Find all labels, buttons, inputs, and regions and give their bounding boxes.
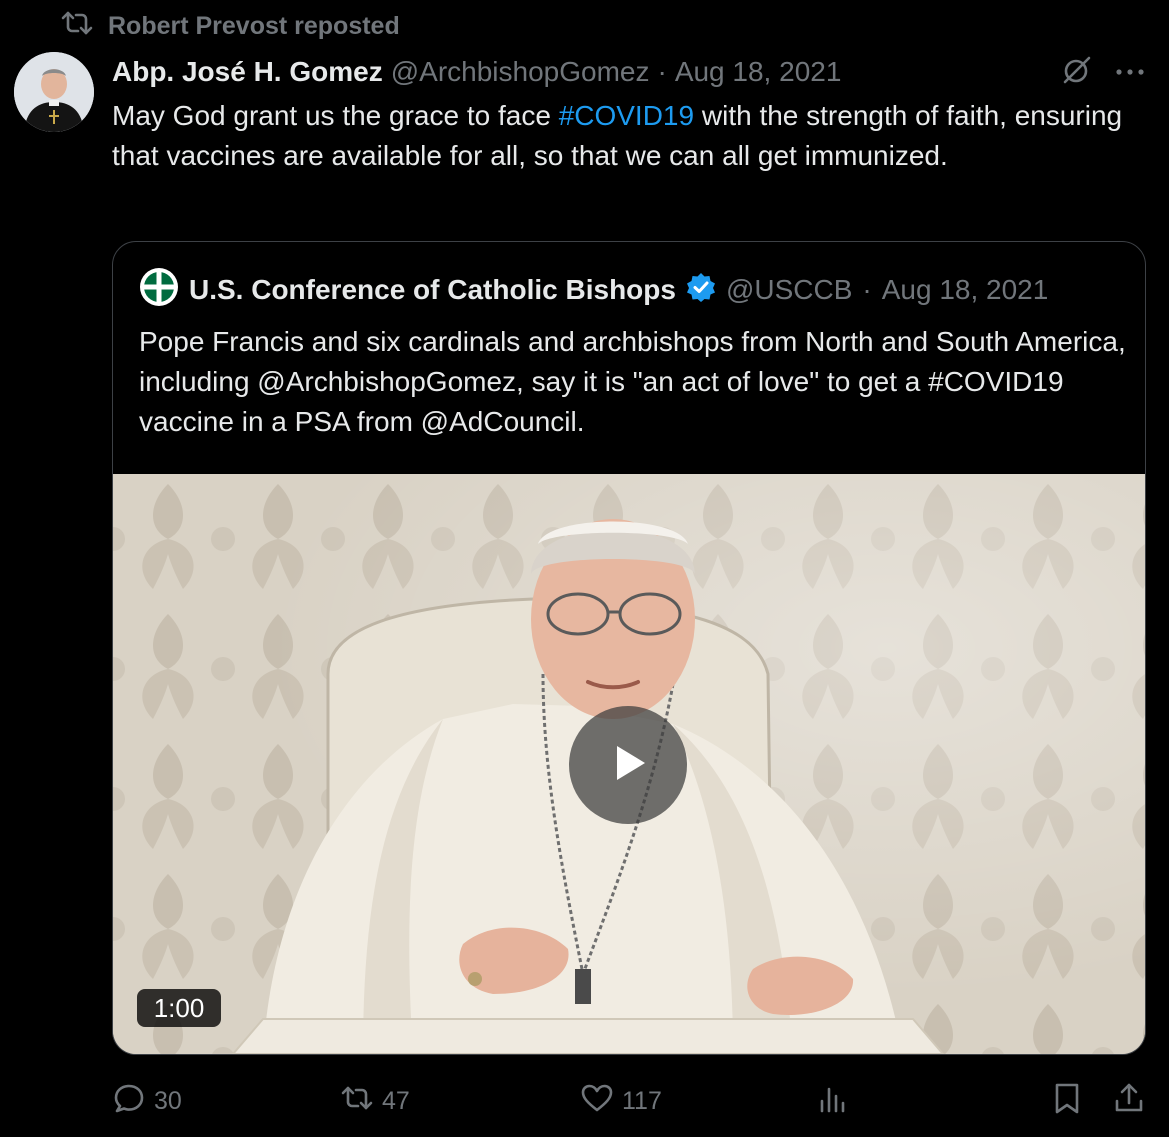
video-duration: 1:00	[137, 989, 221, 1027]
repost-label: Robert Prevost reposted	[108, 11, 400, 40]
like-icon	[580, 1081, 614, 1122]
bookmark-button[interactable]	[1050, 1078, 1084, 1124]
reply-icon	[112, 1081, 146, 1122]
more-icon[interactable]	[1115, 64, 1145, 82]
tweet-header: Abp. José H. Gomez @ArchbishopGomez · Au…	[112, 52, 841, 92]
quoted-date[interactable]: Aug 18, 2021	[882, 274, 1049, 306]
tweet-date[interactable]: Aug 18, 2021	[675, 56, 842, 88]
reply-count: 30	[154, 1086, 182, 1115]
quoted-handle[interactable]: @USCCB	[726, 274, 852, 306]
action-bar: 30 47 117	[0, 1078, 1169, 1124]
tweet-text: May God grant us the grace to face #COVI…	[112, 96, 1142, 176]
play-button[interactable]	[569, 706, 687, 824]
reply-button[interactable]: 30	[112, 1078, 182, 1124]
verified-badge-icon	[686, 272, 716, 309]
tweet-top-icons	[1061, 54, 1145, 91]
grok-icon[interactable]	[1061, 54, 1093, 91]
like-button[interactable]: 117	[580, 1078, 662, 1124]
share-icon	[1112, 1081, 1146, 1122]
tweet-text-start: May God grant us the grace to face	[112, 100, 559, 131]
quoted-author-name[interactable]: U.S. Conference of Catholic Bishops	[189, 274, 676, 306]
repost-button[interactable]: 47	[340, 1078, 410, 1124]
play-icon	[603, 738, 653, 793]
views-icon	[816, 1081, 850, 1122]
usccb-logo-icon[interactable]	[139, 267, 179, 314]
like-count: 117	[622, 1086, 662, 1115]
bookmark-icon	[1050, 1081, 1084, 1122]
author-avatar[interactable]	[14, 52, 94, 132]
repost-icon	[340, 1081, 374, 1122]
repost-context[interactable]: Robert Prevost reposted	[60, 10, 400, 42]
repost-count: 47	[382, 1086, 410, 1115]
share-button[interactable]	[1112, 1078, 1146, 1124]
quoted-text: Pope Francis and six cardinals and archb…	[139, 326, 1126, 437]
repost-icon	[60, 10, 94, 43]
quoted-separator: ·	[862, 274, 872, 305]
quoted-header: U.S. Conference of Catholic Bishops @USC…	[139, 267, 1049, 310]
author-handle[interactable]: @ArchbishopGomez	[391, 56, 650, 88]
header-separator: ·	[657, 56, 667, 87]
quoted-tweet[interactable]: U.S. Conference of Catholic Bishops @USC…	[112, 241, 1146, 1055]
video-player[interactable]: 1:00	[113, 474, 1145, 1054]
author-name[interactable]: Abp. José H. Gomez	[112, 56, 383, 88]
views-button[interactable]	[816, 1078, 850, 1124]
hashtag-link[interactable]: #COVID19	[559, 100, 694, 131]
